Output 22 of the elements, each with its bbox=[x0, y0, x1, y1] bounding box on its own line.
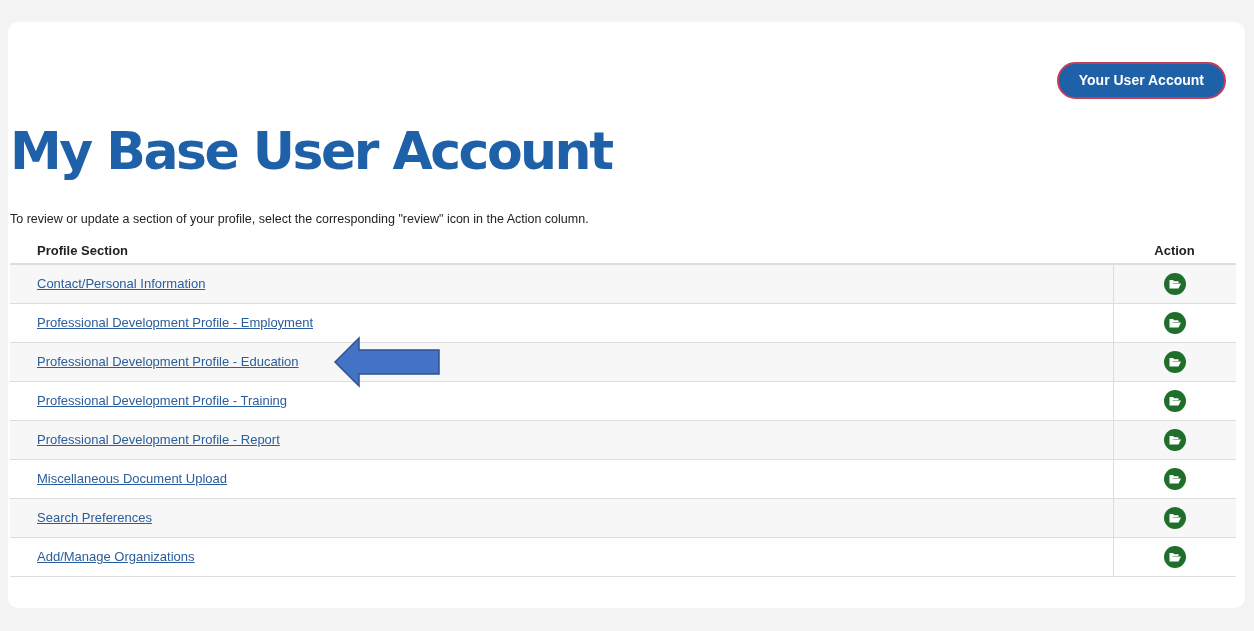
open-folder-icon[interactable] bbox=[1163, 389, 1186, 412]
page-title: My Base User Account bbox=[10, 123, 613, 181]
column-header: Action bbox=[1154, 242, 1195, 258]
open-folder-icon[interactable] bbox=[1163, 467, 1186, 490]
open-folder-icon[interactable] bbox=[1163, 350, 1186, 373]
open-folder-icon[interactable] bbox=[1163, 506, 1186, 529]
user-account-button[interactable]: Your User Account bbox=[1056, 62, 1226, 99]
open-folder-icon[interactable] bbox=[1163, 428, 1186, 451]
section-link[interactable]: Search Preferences bbox=[37, 510, 152, 526]
instruction-text: To review or update a section of your profile, select the corresponding "review" icon in the Action column. bbox=[10, 211, 590, 229]
open-folder-icon[interactable] bbox=[1163, 273, 1186, 296]
open-folder-icon[interactable] bbox=[1163, 311, 1186, 334]
open-folder-icon[interactable] bbox=[1163, 545, 1186, 568]
section-link[interactable]: Professional Development Profile - Training bbox=[37, 393, 287, 409]
section-link[interactable]: Miscellaneous Document Upload bbox=[37, 471, 228, 487]
section-link[interactable]: Professional Development Profile - Employment bbox=[37, 315, 313, 331]
section-link[interactable]: Professional Development Profile - Report bbox=[37, 432, 280, 448]
section-link[interactable]: Add/Manage Organizations bbox=[37, 549, 195, 565]
arrow-icon bbox=[333, 336, 443, 388]
section-link[interactable]: Professional Development Profile - Education bbox=[37, 354, 299, 370]
column-header: Profile Section bbox=[37, 242, 129, 258]
section-link[interactable]: Contact/Personal Information bbox=[37, 276, 206, 292]
